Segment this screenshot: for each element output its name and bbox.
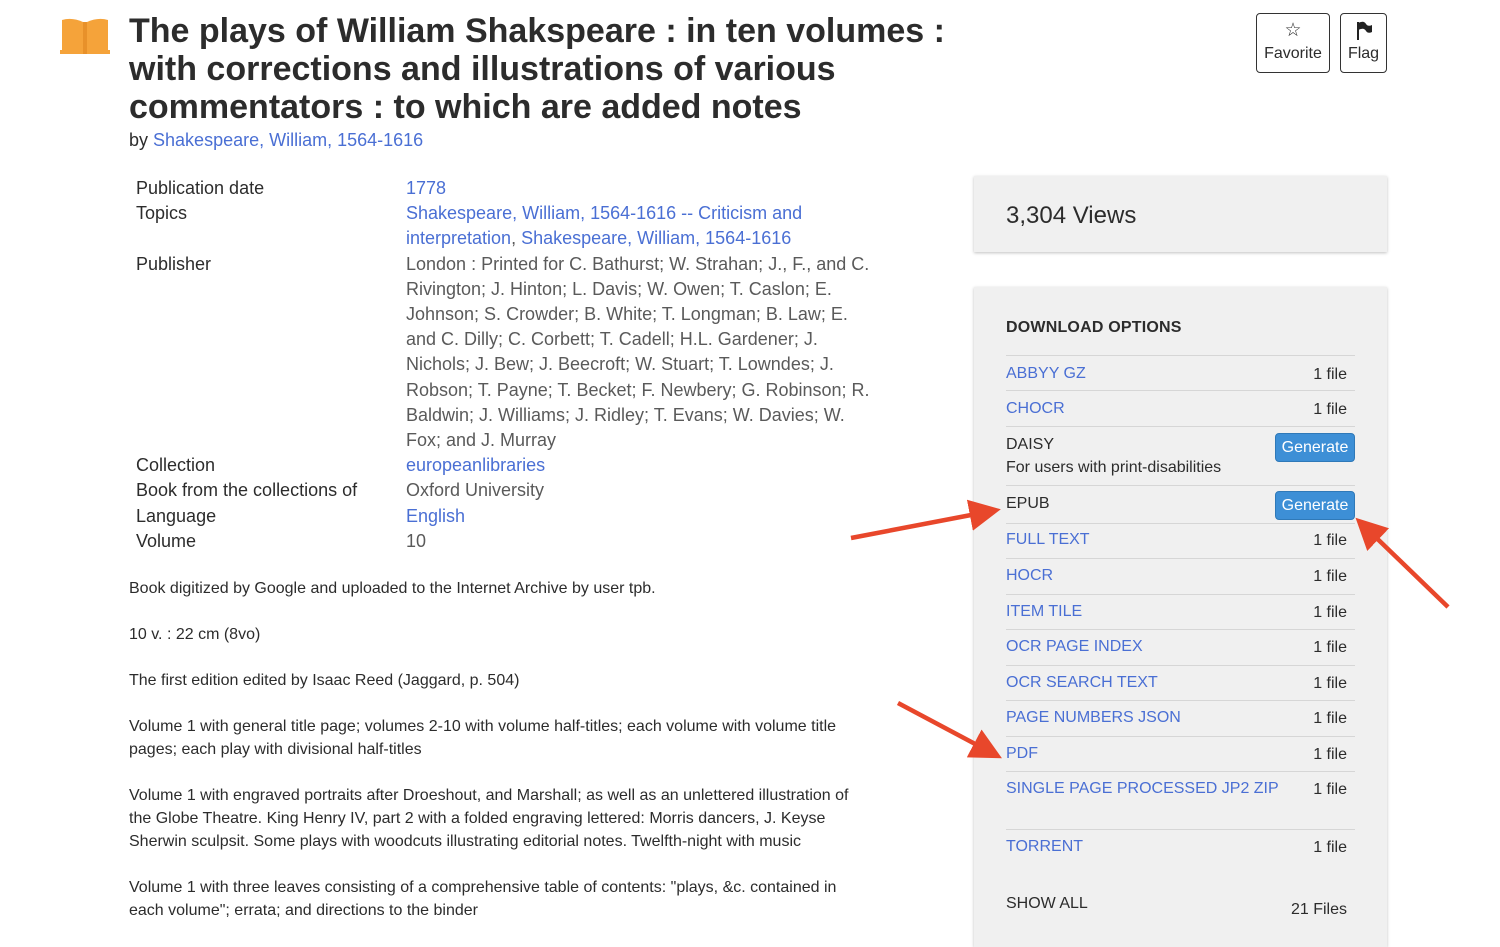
- file-count: 1 file: [1313, 604, 1347, 621]
- download-link-page-numbers-json[interactable]: PAGE NUMBERS JSON: [1006, 709, 1181, 727]
- publication-date-link[interactable]: 1778: [406, 178, 446, 198]
- description-paragraph: The first edition edited by Isaac Reed (…: [129, 672, 520, 689]
- file-count: 1 file: [1313, 781, 1347, 798]
- description-paragraph: Volume 1 with engraved portraits after D…: [129, 787, 849, 850]
- file-count: 1 file: [1313, 675, 1347, 692]
- download-options-panel: DOWNLOAD OPTIONS ABBYY GZ 1 file CHOCR 1…: [974, 287, 1387, 947]
- file-count: 1 file: [1313, 532, 1347, 549]
- byline: by Shakespeare, William, 1564-1616: [129, 129, 423, 151]
- download-row: OCR SEARCH TEXT 1 file: [1006, 665, 1355, 701]
- file-count: 1 file: [1313, 568, 1347, 585]
- views-count: 3,304 Views: [1006, 202, 1137, 229]
- download-link-single-page-jp2-zip[interactable]: SINGLE PAGE PROCESSED JP2 ZIP: [1006, 780, 1279, 798]
- download-row: SHOW ALL 21 Files: [1006, 877, 1355, 918]
- flag-label: Flag: [1347, 45, 1380, 62]
- download-link-full-text[interactable]: FULL TEXT: [1006, 531, 1090, 549]
- topic-separator: ,: [511, 228, 522, 249]
- metadata-row-language: Language English: [136, 504, 876, 529]
- flag-icon: [1341, 21, 1386, 41]
- description-paragraph: Book digitized by Google and uploaded to…: [129, 580, 656, 597]
- download-options-heading: DOWNLOAD OPTIONS: [1006, 319, 1182, 336]
- item-description: Book digitized by Google and uploaded to…: [129, 577, 869, 945]
- metadata-row-topics: Topics Shakespeare, William, 1564-1616 -…: [136, 201, 876, 251]
- download-row: OCR PAGE INDEX 1 file: [1006, 629, 1355, 666]
- download-row: DAISY For users with print-disabilities …: [1006, 426, 1355, 486]
- favorite-button[interactable]: ☆ Favorite: [1256, 13, 1330, 73]
- metadata-row-publisher: Publisher London : Printed for C. Bathur…: [136, 252, 876, 454]
- download-row: TORRENT 1 file: [1006, 829, 1355, 878]
- page-title: The plays of William Shakspeare : in ten…: [129, 12, 945, 126]
- download-link-ocr-search-text[interactable]: OCR SEARCH TEXT: [1006, 674, 1158, 692]
- download-row: EPUB Generate: [1006, 485, 1355, 524]
- file-count: 1 file: [1313, 639, 1347, 656]
- download-row: SINGLE PAGE PROCESSED JP2 ZIP 1 file: [1006, 771, 1355, 830]
- download-link-abbyy-gz[interactable]: ABBYY GZ: [1006, 365, 1086, 383]
- daisy-label: DAISY: [1006, 436, 1055, 453]
- by-label: by: [129, 130, 149, 150]
- metadata-key: Language: [136, 505, 217, 526]
- download-link-pdf[interactable]: PDF: [1006, 745, 1038, 763]
- favorite-label: Favorite: [1264, 45, 1322, 62]
- collection-link[interactable]: europeanlibraries: [406, 455, 545, 475]
- topic-link[interactable]: Shakespeare, William, 1564-1616: [521, 228, 791, 248]
- flag-button[interactable]: Flag: [1340, 13, 1387, 73]
- volume-value: 10: [406, 530, 427, 551]
- download-link-torrent[interactable]: TORRENT: [1006, 838, 1083, 856]
- download-row: PDF 1 file: [1006, 736, 1355, 772]
- book-icon: [60, 18, 110, 54]
- show-all-link[interactable]: SHOW ALL: [1006, 895, 1088, 913]
- download-link-item-tile[interactable]: ITEM TILE: [1006, 603, 1082, 621]
- description-paragraph: Volume 1 with general title page; volume…: [129, 718, 837, 758]
- metadata-list: Publication date 1778 Topics Shakespeare…: [136, 176, 876, 554]
- download-row: ABBYY GZ 1 file: [1006, 355, 1355, 391]
- download-link-ocr-page-index[interactable]: OCR PAGE INDEX: [1006, 638, 1143, 656]
- epub-label: EPUB: [1006, 495, 1050, 512]
- metadata-row-book-from: Book from the collections of Oxford Univ…: [136, 478, 876, 503]
- download-row: HOCR 1 file: [1006, 558, 1355, 595]
- description-paragraph: 10 v. : 22 cm (8vo): [129, 626, 261, 643]
- generate-daisy-button[interactable]: Generate: [1275, 433, 1355, 462]
- download-row: CHOCR 1 file: [1006, 390, 1355, 427]
- metadata-row-publication-date: Publication date 1778: [136, 176, 876, 201]
- author-link[interactable]: Shakespeare, William, 1564-1616: [153, 130, 423, 150]
- metadata-key: Publisher: [136, 253, 212, 274]
- total-files: 21 Files: [1290, 901, 1347, 918]
- book-from-value: Oxford University: [406, 480, 545, 501]
- download-row: FULL TEXT 1 file: [1006, 523, 1355, 559]
- daisy-note: For users with print-disabilities: [1006, 459, 1222, 476]
- metadata-key: Topics: [136, 203, 188, 224]
- publisher-value: London : Printed for C. Bathurst; W. Str…: [406, 253, 870, 451]
- file-count: 1 file: [1313, 401, 1347, 418]
- metadata-row-collection: Collection europeanlibraries: [136, 453, 876, 478]
- metadata-key: Volume: [136, 530, 197, 551]
- metadata-key: Collection: [136, 455, 216, 476]
- generate-epub-button[interactable]: Generate: [1275, 491, 1355, 520]
- language-link[interactable]: English: [406, 506, 465, 526]
- file-count: 1 file: [1313, 839, 1347, 856]
- download-link-chocr[interactable]: CHOCR: [1006, 400, 1065, 418]
- views-panel: 3,304 Views: [974, 176, 1387, 252]
- file-count: 1 file: [1313, 710, 1347, 727]
- metadata-key: Book from the collections of: [136, 480, 358, 501]
- description-paragraph: Volume 1 with three leaves consisting of…: [129, 879, 837, 919]
- metadata-row-volume: Volume 10: [136, 529, 876, 554]
- download-row: ITEM TILE 1 file: [1006, 594, 1355, 630]
- download-link-hocr[interactable]: HOCR: [1006, 567, 1053, 585]
- star-icon: ☆: [1284, 20, 1302, 41]
- file-count: 1 file: [1313, 366, 1347, 383]
- file-count: 1 file: [1313, 746, 1347, 763]
- metadata-key: Publication date: [136, 178, 265, 198]
- download-row: PAGE NUMBERS JSON 1 file: [1006, 700, 1355, 737]
